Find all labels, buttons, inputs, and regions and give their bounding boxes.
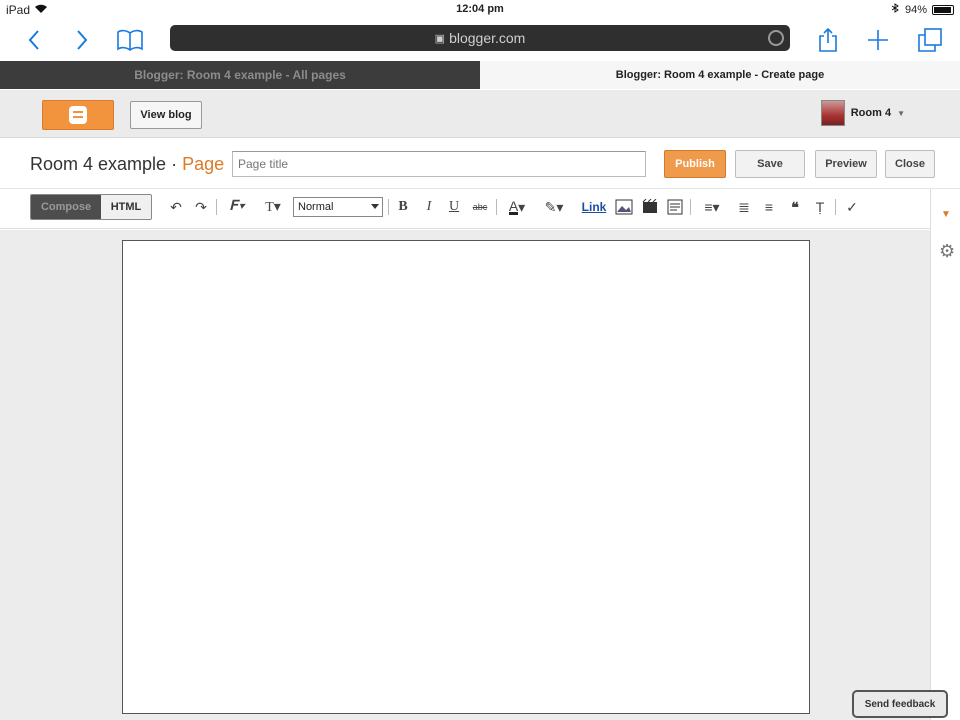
video-icon[interactable] (640, 198, 660, 216)
book-icon[interactable] (114, 24, 146, 56)
align-icon[interactable]: ≡▾ (697, 198, 727, 216)
redo-icon[interactable]: ↷ (193, 198, 209, 216)
avatar (820, 100, 845, 126)
remove-formatting-icon[interactable]: Ṭ (810, 198, 830, 216)
status-bar: iPad 12:04 pm 94% (0, 0, 960, 20)
blog-name: Room 4 example (30, 154, 167, 174)
tab-strip: Blogger: Room 4 example - All pages ✕ Bl… (0, 61, 960, 89)
blogger-header: View blog Room 4 ▼ (0, 90, 960, 138)
font-family-icon[interactable]: 𝐅▾ (222, 198, 252, 216)
breadcrumb-separator: · (171, 154, 178, 174)
preview-button[interactable]: Preview (815, 150, 877, 178)
battery-icon (932, 4, 954, 15)
settings-rail: ▼ ⚙ (930, 189, 960, 720)
title-row: Room 4 example · Page Publish Save Previ… (0, 139, 960, 189)
font-size-icon[interactable]: T▾ (258, 198, 288, 216)
text-color-icon[interactable]: A ▾ (503, 198, 531, 216)
caret-down-icon: ▼ (897, 108, 905, 118)
url-text: blogger.com (449, 30, 526, 46)
account-menu[interactable]: Room 4 ▼ (820, 100, 905, 126)
strikethrough-icon[interactable]: abc (470, 198, 490, 216)
blogger-b-icon (69, 106, 87, 124)
bluetooth-icon (890, 3, 900, 16)
quote-icon[interactable]: ❝ (785, 198, 805, 216)
tab-create-page[interactable]: Blogger: Room 4 example - Create page (480, 61, 960, 89)
italic-icon[interactable]: I (422, 198, 436, 216)
lock-icon: ▣ (434, 32, 446, 45)
status-time: 12:04 pm (456, 3, 504, 15)
chevron-left-icon[interactable] (18, 24, 50, 56)
dropdown-arrow-icon (371, 204, 379, 209)
underline-icon[interactable]: U (447, 198, 461, 216)
blogger-logo[interactable] (42, 100, 114, 130)
page-title-input[interactable] (232, 151, 646, 177)
chevron-right-icon[interactable] (66, 24, 98, 56)
browser-toolbar: ▣ blogger.com (0, 20, 960, 60)
tab-all-pages[interactable]: Blogger: Room 4 example - All pages (0, 61, 480, 89)
numbered-list-icon[interactable]: ≣ (734, 198, 754, 216)
account-name: Room 4 (850, 107, 892, 119)
link-button[interactable]: Link (580, 198, 608, 216)
address-bar[interactable]: ▣ blogger.com (170, 25, 790, 51)
save-button[interactable]: Save (735, 150, 805, 178)
bulleted-list-icon[interactable]: ≡ (759, 198, 779, 216)
editor-toolbar: Compose HTML ↶ ↷ 𝐅▾ T▾ Normal B I U abc … (0, 189, 930, 229)
collapse-caret-icon[interactable]: ▼ (941, 209, 951, 220)
plus-icon[interactable] (862, 24, 894, 56)
breadcrumb: Room 4 example · Page (30, 154, 224, 175)
html-mode-button[interactable]: HTML (101, 195, 151, 219)
image-icon[interactable] (614, 198, 634, 216)
highlight-color-icon[interactable]: ✎▾ (540, 198, 568, 216)
section-label: Page (182, 154, 225, 174)
ipad-screen: iPad 12:04 pm 94% ▣ blogger.com Blogger:… (0, 0, 960, 720)
spellcheck-icon[interactable]: ✓ (842, 198, 862, 216)
share-icon[interactable] (812, 24, 844, 56)
compose-mode-button[interactable]: Compose (31, 195, 101, 219)
compose-editor[interactable] (122, 240, 810, 714)
reload-icon[interactable] (768, 30, 784, 46)
battery-percent: 94% (904, 3, 927, 16)
send-feedback-button[interactable]: Send feedback (852, 690, 948, 718)
undo-icon[interactable]: ↶ (168, 198, 184, 216)
bold-icon[interactable]: B (396, 198, 410, 216)
jump-break-icon[interactable] (665, 198, 685, 216)
editor-workspace (0, 230, 930, 720)
view-blog-button[interactable]: View blog (130, 101, 202, 129)
tabs-icon[interactable] (914, 24, 946, 56)
mode-toggle: Compose HTML (30, 194, 152, 220)
close-button[interactable]: Close (885, 150, 935, 178)
publish-button[interactable]: Publish (664, 150, 726, 178)
paragraph-format-select[interactable]: Normal (293, 197, 383, 217)
paragraph-format-value: Normal (298, 201, 334, 213)
gear-icon[interactable]: ⚙ (939, 241, 955, 262)
